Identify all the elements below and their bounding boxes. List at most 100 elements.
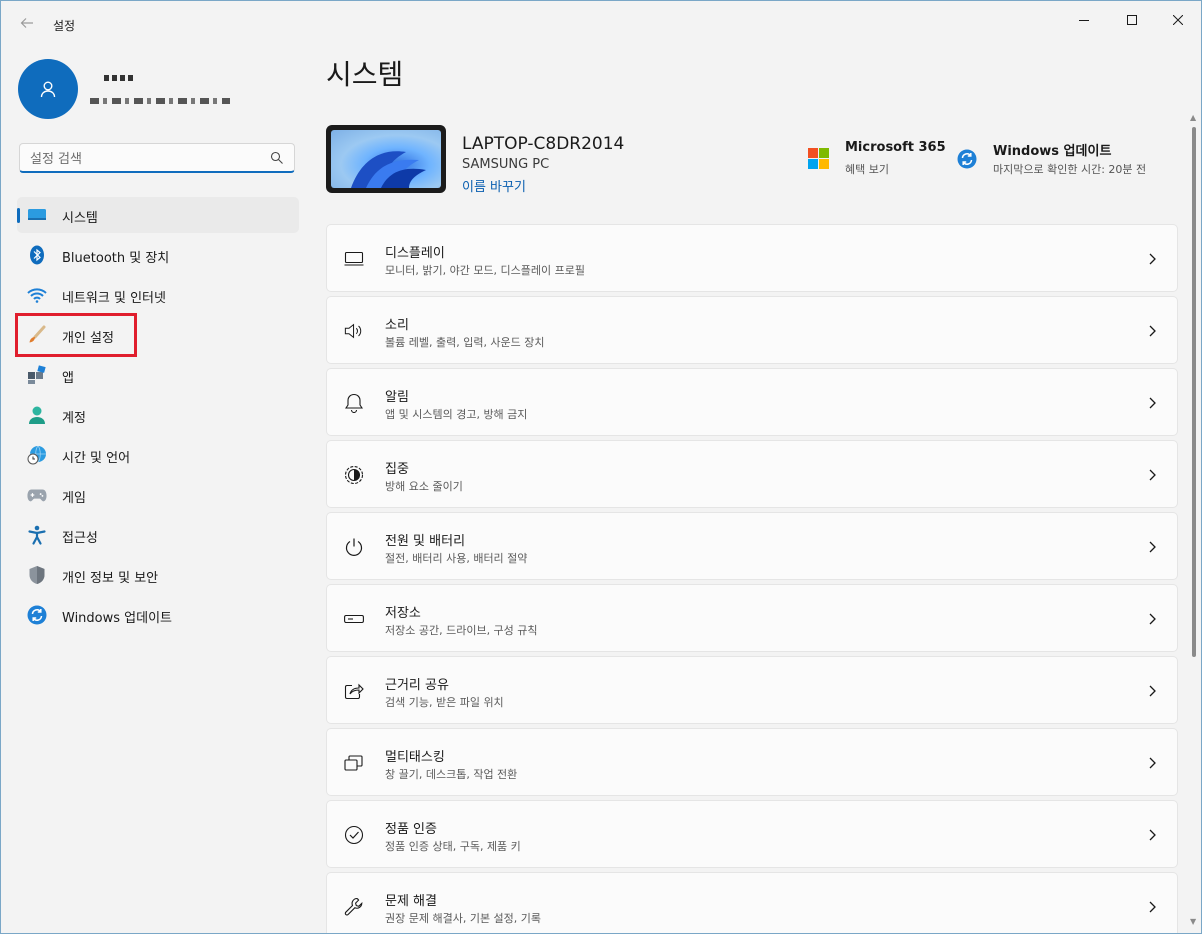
avatar[interactable]	[18, 59, 78, 119]
share-icon	[344, 681, 364, 701]
minimize-button[interactable]	[1061, 9, 1107, 31]
promo-title: Windows 업데이트	[993, 144, 1112, 159]
sidebar-item-label: Bluetooth 및 장치	[62, 251, 170, 266]
settings-window: 설정 시스템	[0, 0, 1202, 934]
wrench-icon	[344, 897, 364, 917]
card-title: 문제 해결	[385, 894, 437, 909]
focus-icon	[344, 465, 364, 485]
promo-title: Microsoft 365	[845, 140, 946, 155]
back-arrow-icon	[20, 18, 33, 28]
checkmark-circle-icon	[344, 825, 364, 845]
storage-icon	[344, 609, 364, 629]
chevron-right-icon	[1149, 253, 1156, 265]
chevron-right-icon	[1149, 685, 1156, 697]
device-name: LAPTOP-C8DR2014	[462, 134, 625, 154]
monitor-icon	[344, 249, 364, 269]
card-title: 디스플레이	[385, 246, 445, 261]
accessibility-icon	[27, 525, 47, 545]
device-thumbnail	[326, 125, 446, 193]
sidebar-nav: 시스템 Bluetooth 및 장치 네트워크 및 인터넷 개인 설정 앱 계정…	[17, 197, 299, 637]
card-title: 멀티태스킹	[385, 750, 445, 765]
title-bar: 설정	[1, 1, 1201, 47]
card-subtitle: 창 끌기, 데스크톱, 작업 전환	[385, 768, 518, 781]
chevron-right-icon	[1149, 325, 1156, 337]
chevron-right-icon	[1149, 901, 1156, 913]
sidebar-item-time-language[interactable]: 시간 및 언어	[17, 437, 299, 473]
shield-icon	[27, 565, 47, 585]
rename-link[interactable]: 이름 바꾸기	[462, 176, 526, 195]
sidebar-item-system[interactable]: 시스템	[17, 197, 299, 233]
sidebar-item-accounts[interactable]: 계정	[17, 397, 299, 433]
card-subtitle: 절전, 배터리 사용, 배터리 절약	[385, 552, 528, 565]
system-icon	[27, 205, 47, 225]
card-activation[interactable]: 정품 인증 정품 인증 상태, 구독, 제품 키	[326, 800, 1178, 868]
search-input[interactable]	[28, 148, 262, 170]
sidebar-item-label: 계정	[62, 411, 86, 426]
gamepad-icon	[27, 485, 47, 505]
apps-icon	[27, 365, 47, 385]
card-display[interactable]: 디스플레이 모니터, 밝기, 야간 모드, 디스플레이 프로필	[326, 224, 1178, 292]
update-icon	[27, 605, 47, 625]
speaker-icon	[344, 321, 364, 341]
sidebar-item-apps[interactable]: 앱	[17, 357, 299, 393]
card-nearby-sharing[interactable]: 근거리 공유 검색 기능, 받은 파일 위치	[326, 656, 1178, 724]
card-subtitle: 검색 기능, 받은 파일 위치	[385, 696, 504, 709]
multitask-icon	[344, 753, 364, 773]
sidebar-item-privacy[interactable]: 개인 정보 및 보안	[17, 557, 299, 593]
sidebar-item-label: 개인 설정	[62, 331, 114, 346]
search-box[interactable]	[19, 143, 295, 173]
app-title: 설정	[53, 19, 76, 33]
maximize-button[interactable]	[1109, 9, 1155, 31]
card-title: 정품 인증	[385, 822, 437, 837]
card-subtitle: 저장소 공간, 드라이브, 구성 규칙	[385, 624, 538, 637]
card-title: 집중	[385, 462, 409, 477]
card-notifications[interactable]: 알림 앱 및 시스템의 경고, 방해 금지	[326, 368, 1178, 436]
card-sound[interactable]: 소리 볼륨 레벨, 출력, 입력, 사운드 장치	[326, 296, 1178, 364]
card-title: 근거리 공유	[385, 678, 449, 693]
card-subtitle: 방해 요소 줄이기	[385, 480, 463, 493]
globe-clock-icon	[27, 445, 47, 465]
bluetooth-icon	[27, 245, 47, 265]
paintbrush-icon	[27, 325, 47, 345]
back-button[interactable]	[13, 13, 41, 37]
device-model: SAMSUNG PC	[462, 157, 550, 172]
sidebar-item-personalization[interactable]: 개인 설정	[17, 317, 299, 353]
sidebar-item-label: Windows 업데이트	[62, 611, 173, 626]
user-name-redacted	[104, 75, 136, 81]
close-button[interactable]	[1155, 9, 1201, 31]
card-subtitle: 볼륨 레벨, 출력, 입력, 사운드 장치	[385, 336, 545, 349]
page-title: 시스템	[326, 58, 404, 91]
card-subtitle: 앱 및 시스템의 경고, 방해 금지	[385, 408, 528, 421]
card-focus[interactable]: 집중 방해 요소 줄이기	[326, 440, 1178, 508]
account-icon	[27, 405, 47, 425]
sidebar-item-label: 시스템	[62, 211, 98, 226]
card-subtitle: 모니터, 밝기, 야간 모드, 디스플레이 프로필	[385, 264, 586, 277]
sidebar-item-network[interactable]: 네트워크 및 인터넷	[17, 277, 299, 313]
sidebar-item-label: 개인 정보 및 보안	[62, 571, 159, 586]
wifi-icon	[27, 285, 47, 305]
sidebar-item-bluetooth[interactable]: Bluetooth 및 장치	[17, 237, 299, 273]
chevron-right-icon	[1149, 613, 1156, 625]
scroll-down-arrow-icon[interactable]: ▼	[1190, 917, 1196, 926]
card-multitasking[interactable]: 멀티태스킹 창 끌기, 데스크톱, 작업 전환	[326, 728, 1178, 796]
card-storage[interactable]: 저장소 저장소 공간, 드라이브, 구성 규칙	[326, 584, 1178, 652]
microsoft-logo-icon	[808, 148, 829, 169]
close-icon	[1173, 15, 1183, 25]
sidebar-item-gaming[interactable]: 게임	[17, 477, 299, 513]
promo-subtitle: 마지막으로 확인한 시간: 20분 전	[993, 163, 1147, 176]
scroll-thumb[interactable]	[1192, 127, 1196, 657]
card-subtitle: 정품 인증 상태, 구독, 제품 키	[385, 840, 521, 853]
bell-icon	[344, 393, 364, 413]
scrollbar[interactable]: ▲ ▼	[1187, 111, 1201, 933]
chevron-right-icon	[1149, 469, 1156, 481]
card-subtitle: 권장 문제 해결사, 기본 설정, 기록	[385, 912, 542, 925]
maximize-icon	[1127, 15, 1137, 25]
card-power-battery[interactable]: 전원 및 배터리 절전, 배터리 사용, 배터리 절약	[326, 512, 1178, 580]
sidebar-item-label: 접근성	[62, 531, 98, 546]
card-title: 소리	[385, 318, 409, 333]
sidebar-item-label: 앱	[62, 371, 74, 386]
sidebar-item-windows-update[interactable]: Windows 업데이트	[17, 597, 299, 633]
scroll-up-arrow-icon[interactable]: ▲	[1190, 113, 1196, 122]
sidebar-item-accessibility[interactable]: 접근성	[17, 517, 299, 553]
card-troubleshoot[interactable]: 문제 해결 권장 문제 해결사, 기본 설정, 기록	[326, 872, 1178, 933]
